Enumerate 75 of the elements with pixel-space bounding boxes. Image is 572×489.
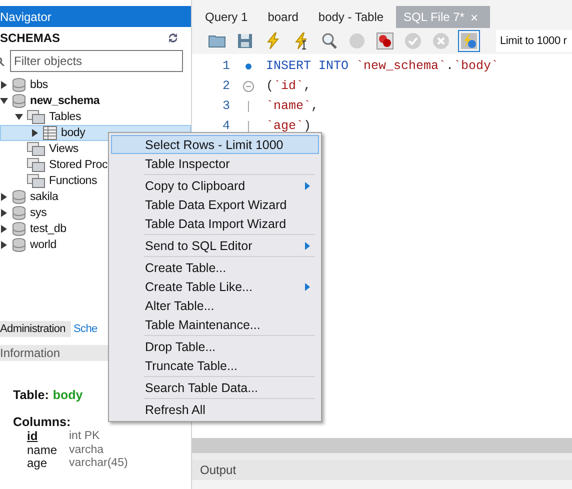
menu-item[interactable]: Refresh All xyxy=(111,400,319,419)
table-icon xyxy=(43,126,57,140)
menu-item[interactable]: Table Inspector xyxy=(111,154,319,173)
database-icon xyxy=(12,78,26,92)
expanded-arrow-icon[interactable] xyxy=(15,113,23,121)
fold-icon[interactable] xyxy=(242,80,254,92)
menu-item[interactable]: Select Rows - Limit 1000 xyxy=(111,135,319,154)
line-number: 2 xyxy=(221,79,230,93)
search-icon xyxy=(0,56,6,66)
cancel-icon xyxy=(432,32,450,50)
tree-item[interactable]: bbs xyxy=(0,77,191,93)
table-name: body xyxy=(52,388,83,402)
lightning-cursor-icon xyxy=(292,32,310,50)
menu-item[interactable]: Send to SQL Editor xyxy=(111,236,319,255)
menu-item[interactable]: Create Table Like... xyxy=(111,277,319,296)
submenu-arrow-icon xyxy=(305,242,310,250)
menu-item[interactable]: Copy to Clipboard xyxy=(111,176,319,195)
submenu-arrow-icon xyxy=(305,282,310,290)
expanded-arrow-icon[interactable] xyxy=(0,97,8,105)
columns-label: Columns: xyxy=(13,414,71,428)
column-type: int PK xyxy=(69,430,100,442)
database-icon xyxy=(12,222,26,236)
submenu-arrow-icon xyxy=(305,182,310,190)
menu-item[interactable]: Table Maintenance... xyxy=(111,315,319,334)
column-type: varcha xyxy=(69,444,104,456)
menu-item[interactable]: Alter Table... xyxy=(111,296,319,315)
editor-tab[interactable]: board xyxy=(260,6,310,28)
database-icon xyxy=(12,206,26,220)
menu-item[interactable]: Search Table Data... xyxy=(111,378,319,397)
refresh-icon[interactable] xyxy=(167,32,179,44)
column-type: varchar(45) xyxy=(69,457,128,470)
limit-dropdown[interactable]: Limit to 1000 r xyxy=(496,30,572,52)
line-number: 1 xyxy=(221,59,230,73)
filter-field[interactable]: Filter objects xyxy=(10,50,183,72)
collapsed-arrow-icon[interactable] xyxy=(0,225,8,233)
code-line: INSERT INTO `new_schema`.`body` xyxy=(266,59,499,73)
lightning-icon xyxy=(264,32,282,50)
line-number: 3 xyxy=(221,99,230,113)
section-title: SCHEMAS xyxy=(0,31,60,45)
menu-item[interactable]: Table Data Export Wizard xyxy=(111,195,319,214)
editor-tab[interactable]: body - Table xyxy=(310,6,396,28)
column-name: id xyxy=(27,429,39,444)
lightning-check-icon xyxy=(460,32,478,50)
collapsed-arrow-icon[interactable] xyxy=(0,81,8,89)
toolbar-button[interactable] xyxy=(374,30,396,52)
folder-icon xyxy=(27,142,45,156)
panel-tab[interactable]: Administration xyxy=(0,320,70,336)
collapsed-arrow-icon[interactable] xyxy=(0,241,8,249)
output-header: Output xyxy=(192,460,572,480)
error-stop-icon xyxy=(376,32,394,50)
folder-icon xyxy=(27,110,45,124)
tree-item[interactable]: new_schema xyxy=(0,93,191,109)
save-icon xyxy=(236,32,254,50)
column-name: name xyxy=(27,442,58,457)
line-number: 4 xyxy=(221,119,230,133)
database-icon xyxy=(12,94,26,108)
column-name: age xyxy=(27,456,48,470)
tree-item[interactable]: Tables xyxy=(0,109,191,125)
editor-tab[interactable]: Query 1 xyxy=(197,6,260,28)
menu-item[interactable]: Create Table... xyxy=(111,258,319,277)
database-icon xyxy=(12,190,26,204)
code-line: `name`, xyxy=(266,99,319,113)
code-line: `age`) xyxy=(266,119,312,133)
folder-icon xyxy=(27,174,45,188)
navigator-title: Navigator xyxy=(0,6,191,27)
table-label: Table: xyxy=(13,388,49,402)
code-line: (`id`, xyxy=(266,79,312,93)
magnifier-icon xyxy=(320,32,338,50)
menu-item[interactable]: Table Data Import Wizard xyxy=(111,214,319,233)
check-icon xyxy=(404,32,422,50)
collapsed-arrow-icon[interactable] xyxy=(0,209,8,217)
collapsed-arrow-icon[interactable] xyxy=(0,193,8,201)
collapsed-arrow-icon[interactable] xyxy=(31,129,39,137)
database-icon xyxy=(12,238,26,252)
folder-icon xyxy=(27,158,45,172)
